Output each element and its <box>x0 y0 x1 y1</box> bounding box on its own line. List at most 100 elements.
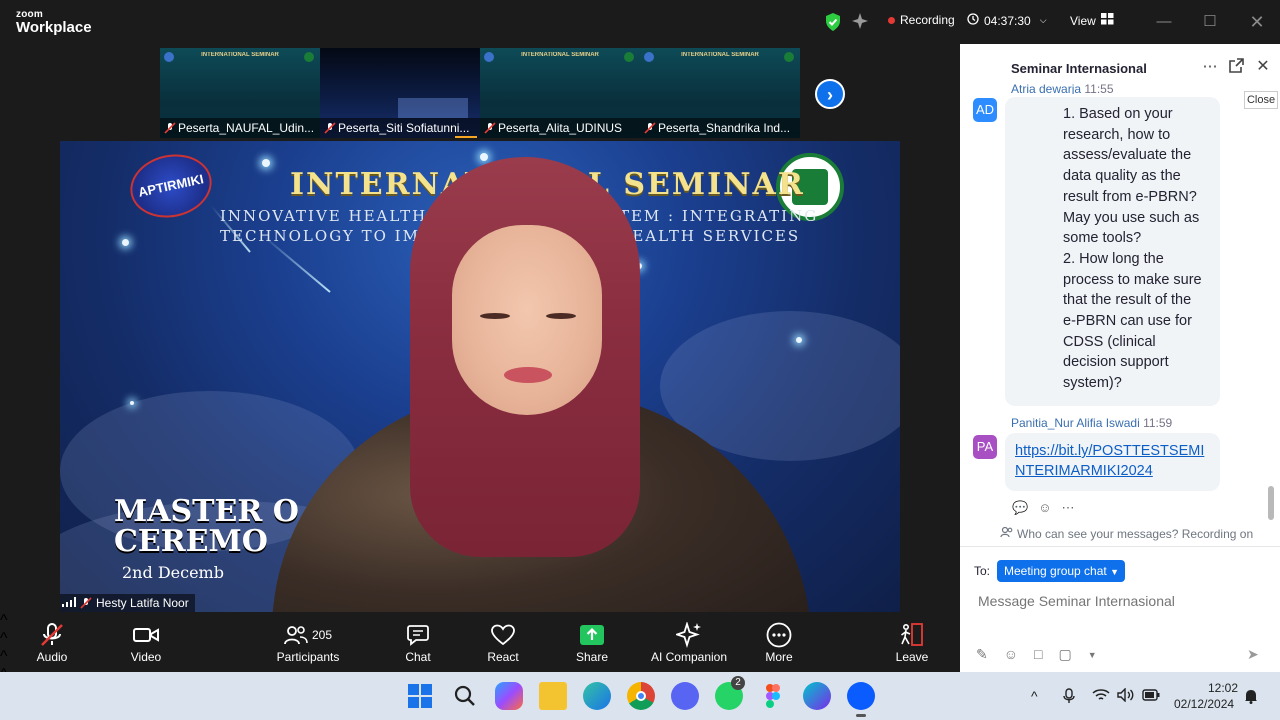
video-camera-icon <box>124 620 168 650</box>
master-ceremony-text: MASTER O CEREMO <box>114 497 299 557</box>
participant-thumbnail[interactable]: INTERNATIONAL SEMINAR Peserta_NAUFAL_Udi… <box>160 48 320 138</box>
start-icon[interactable] <box>406 682 434 710</box>
chat-button[interactable]: Chat <box>400 620 436 664</box>
thumbnail-name: Peserta_Alita_UDINUS <box>498 121 623 135</box>
edge-icon[interactable] <box>583 682 611 710</box>
message-input[interactable] <box>978 591 1248 611</box>
search-icon[interactable] <box>451 682 479 710</box>
maximize-icon[interactable]: ☐ <box>1196 10 1224 34</box>
close-window-icon[interactable]: ✕ <box>1243 10 1271 34</box>
battery-icon[interactable] <box>1142 688 1160 704</box>
reply-icon[interactable]: 💬 <box>1012 500 1028 516</box>
message-text-line: decision support <box>1063 354 1169 371</box>
canva-icon[interactable] <box>803 682 831 710</box>
meeting-timer[interactable]: 04:37:30 ⌵ <box>967 13 1047 28</box>
view-button[interactable]: View <box>1070 13 1114 28</box>
message-text-line: process to make sure <box>1063 271 1202 288</box>
share-button[interactable]: Share <box>574 620 610 664</box>
recording-indicator[interactable]: Recording <box>888 13 955 27</box>
chat-scrollbar[interactable] <box>1268 486 1274 520</box>
chat-bubble-icon <box>400 620 436 650</box>
timer-value: 04:37:30 <box>984 13 1031 28</box>
message-text-line: 2. How long the <box>1063 250 1164 267</box>
privacy-text: Who can see your messages? Recording on <box>1017 526 1254 541</box>
emoji-icon[interactable]: ☺ <box>1004 646 1018 664</box>
clock-icon <box>967 13 979 28</box>
zoom-app: zoom Workplace Recording 04:37:30 ⌵ View… <box>0 0 1280 720</box>
active-speaker-video[interactable]: APTIRMIKI INTERNATIONAL SEMINAR INNOVATI… <box>60 141 900 613</box>
logo-icon <box>624 52 634 62</box>
background-star <box>130 401 134 405</box>
security-shield-icon[interactable] <box>824 12 842 37</box>
discord-icon[interactable] <box>671 682 699 710</box>
posttest-link-continued[interactable]: NTERIMARMIKI2024 <box>1015 461 1153 482</box>
clock-time[interactable]: 12:02 <box>1208 681 1238 695</box>
format-text-icon[interactable]: ✎ <box>976 646 988 664</box>
thumbnail-name: Peserta_NAUFAL_Udin... <box>178 121 315 135</box>
participants-button[interactable]: 205 Participants <box>272 620 344 664</box>
recipient-dropdown[interactable]: Meeting group chat ▼ <box>997 560 1125 582</box>
audio-button[interactable]: Audio <box>30 620 74 664</box>
logo-icon <box>164 52 174 62</box>
avatar[interactable]: AD <box>973 98 997 122</box>
view-label: View <box>1070 13 1096 28</box>
screenshot-icon[interactable]: □ <box>1034 646 1042 664</box>
audio-label: Audio <box>36 650 68 664</box>
file-explorer-icon[interactable] <box>539 682 567 710</box>
chat-panel-title: Seminar Internasional <box>1011 61 1147 76</box>
close-panel-icon[interactable]: ✕ <box>1254 58 1272 76</box>
posttest-link[interactable]: https://bit.ly/POSTTESTSEMI <box>1015 441 1204 462</box>
mic-muted-icon <box>164 122 176 134</box>
participants-icon: 205 <box>272 620 344 650</box>
participant-thumbnail[interactable]: INTERNATIONAL SEMINAR Peserta_Shandrika … <box>640 48 800 138</box>
sender-name: Atria dewarja <box>1011 82 1082 94</box>
people-icon <box>1000 526 1013 541</box>
microphone-icon[interactable] <box>1062 688 1076 707</box>
meeting-toolbar: Audio ^ Video ^ 205 Participants ^ Chat … <box>0 612 960 701</box>
participant-thumbnail[interactable]: INTERNATIONAL SEMINAR Peserta_Alita_UDIN… <box>480 48 640 138</box>
whatsapp-badge: 2 <box>731 676 745 690</box>
wifi-icon[interactable] <box>1092 688 1110 705</box>
share-label: Share <box>575 650 609 664</box>
figma-icon[interactable] <box>759 682 787 710</box>
active-speaker-indicator <box>455 136 477 138</box>
pop-out-icon[interactable] <box>1227 58 1245 76</box>
chevron-up-icon[interactable]: ^ <box>1031 688 1038 704</box>
message-sender: Panitia_Nur Alifia Iswadi 11:59 <box>1011 416 1172 430</box>
more-actions-icon[interactable]: ⋯ <box>1061 500 1074 516</box>
avatar[interactable]: PA <box>973 435 997 459</box>
send-icon[interactable]: ➤ <box>1247 646 1259 663</box>
logo-icon <box>784 52 794 62</box>
zoom-app-icon[interactable] <box>847 682 875 710</box>
message-text-line: that the result of the <box>1063 292 1192 309</box>
thumbnail-name-bar: Peserta_NAUFAL_Udin... <box>160 118 320 138</box>
next-page-chevron-right-icon[interactable]: › <box>815 79 845 109</box>
ai-companion-label: AI Companion <box>650 650 728 664</box>
more-compose-icon[interactable]: ▢ <box>1059 646 1072 664</box>
close-tooltip: Close <box>1244 91 1278 109</box>
ai-companion-button[interactable]: AI Companion <box>646 620 732 664</box>
chevron-down-icon[interactable]: ▼ <box>1088 646 1097 664</box>
whatsapp-icon[interactable]: 2 <box>715 676 745 710</box>
background-star <box>480 153 488 161</box>
participant-thumbnail[interactable]: Peserta_Siti Sofiatunni... <box>320 48 480 138</box>
more-options-icon[interactable]: ⋯ <box>1201 58 1219 76</box>
chrome-icon[interactable] <box>627 682 655 710</box>
react-button[interactable]: React <box>484 620 522 664</box>
message-text-line: May you use such as <box>1063 209 1200 226</box>
more-button[interactable]: More <box>760 620 798 664</box>
leave-button[interactable]: Leave <box>894 620 930 664</box>
emoji-react-icon[interactable]: ☺ <box>1038 500 1051 516</box>
privacy-note[interactable]: Who can see your messages? Recording on <box>1000 526 1253 541</box>
ai-sparkle-icon[interactable] <box>852 12 870 35</box>
clock-date[interactable]: 02/12/2024 <box>1174 697 1234 711</box>
recording-dot-icon <box>888 16 895 24</box>
mic-muted-icon <box>80 597 92 609</box>
video-button[interactable]: Video <box>124 620 168 664</box>
logo-icon <box>304 52 314 62</box>
notification-bell-icon[interactable] <box>1244 688 1258 707</box>
message-sender: Atria dewarja 11:55 <box>1011 82 1114 94</box>
minimize-icon[interactable]: — <box>1150 10 1178 34</box>
copilot-icon[interactable] <box>495 682 523 710</box>
volume-icon[interactable] <box>1117 687 1135 705</box>
